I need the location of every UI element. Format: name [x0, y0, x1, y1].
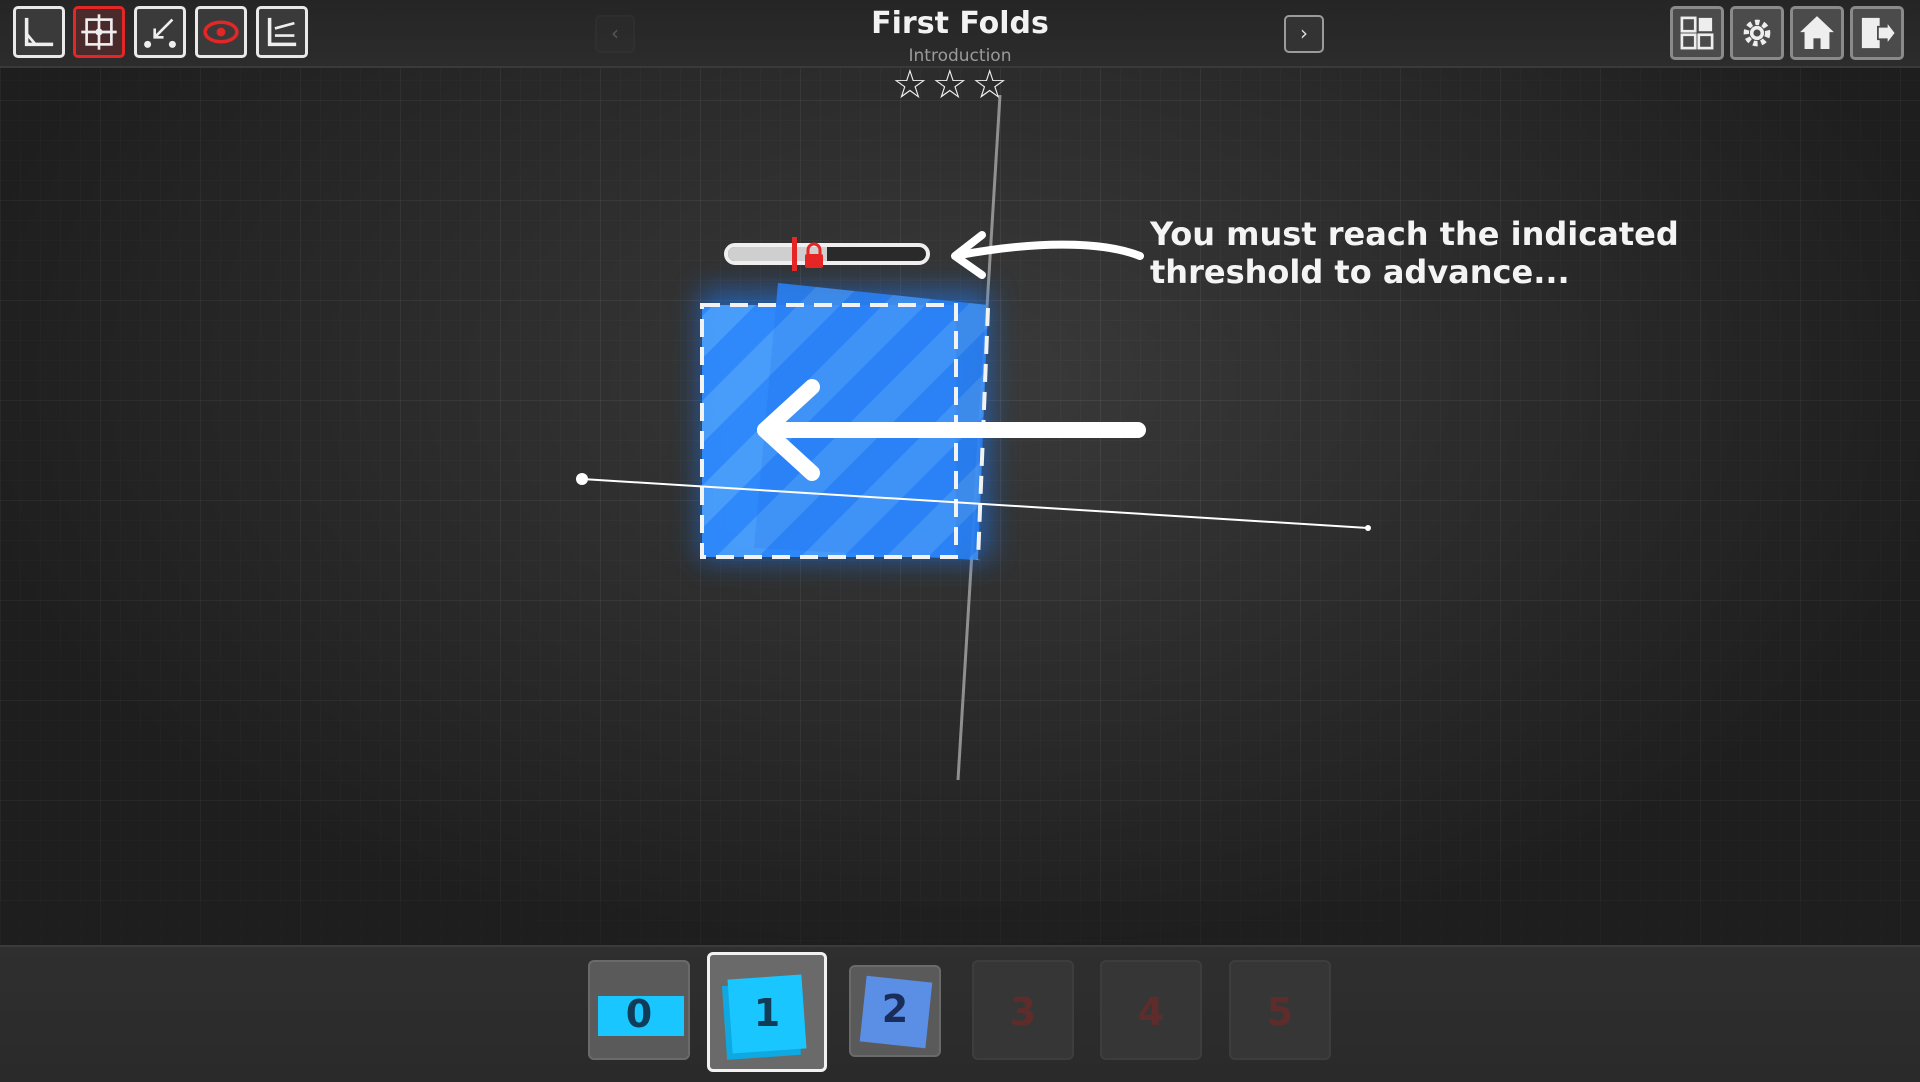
exit-button[interactable] — [1850, 6, 1904, 60]
level-slot-4[interactable]: 4 — [1100, 960, 1202, 1060]
move-crosshair-icon — [81, 14, 117, 50]
home-icon — [1800, 16, 1834, 49]
next-level-button[interactable]: › — [1284, 15, 1324, 53]
stack-fold-icon — [267, 17, 297, 47]
level-slot-2[interactable]: 2 — [849, 965, 941, 1057]
layout-icon — [1680, 16, 1714, 50]
level-title: First Folds — [871, 6, 1049, 41]
callout-arrow-shaft — [956, 240, 1144, 260]
star-rating: ☆ ☆ ☆ — [892, 62, 1032, 108]
point-arrow-icon — [144, 18, 176, 48]
level-number: 1 — [753, 991, 781, 1035]
fold-progress-bar — [724, 243, 930, 265]
level-number: 0 — [625, 992, 653, 1036]
view-tool-button[interactable] — [195, 6, 247, 58]
tutorial-hint: You must reach the indicated threshold t… — [1150, 215, 1679, 291]
level-number: 5 — [1266, 990, 1294, 1034]
lock-icon — [805, 242, 823, 268]
level-slot-0[interactable]: 0 — [588, 960, 690, 1060]
level-number: 4 — [1137, 990, 1165, 1034]
threshold-marker — [792, 237, 797, 271]
chevron-left-icon: ‹ — [611, 21, 619, 45]
star-1: ☆ — [892, 62, 928, 108]
fold-scene[interactable] — [0, 0, 1920, 945]
star-3: ☆ — [971, 62, 1008, 108]
fold-axis-handle-left[interactable] — [576, 473, 588, 485]
fold-tool-button[interactable] — [13, 6, 65, 58]
top-toolbar: ‹ First Folds Introduction › — [0, 0, 1920, 68]
stage-bottom-shade — [0, 900, 1920, 945]
level-number: 2 — [881, 987, 909, 1031]
prev-level-button[interactable]: ‹ — [595, 15, 635, 53]
fold-axis-handle-right[interactable] — [1365, 525, 1371, 531]
stack-tool-button[interactable] — [256, 6, 308, 58]
level-slot-1[interactable]: 1 — [707, 952, 827, 1072]
level-number: 3 — [1009, 990, 1037, 1034]
star-2: ☆ — [931, 62, 968, 108]
level-slot-3[interactable]: 3 — [972, 960, 1074, 1060]
level-slot-5[interactable]: 5 — [1229, 960, 1331, 1060]
home-button[interactable] — [1790, 6, 1844, 60]
paper-flap-shade — [754, 283, 988, 560]
gear-icon — [1743, 19, 1771, 47]
level-tray — [0, 945, 1920, 1082]
level-select-button[interactable] — [1670, 6, 1724, 60]
exit-icon — [1861, 17, 1897, 49]
move-tool-button[interactable] — [73, 6, 125, 58]
point-tool-button[interactable] — [134, 6, 186, 58]
settings-button[interactable] — [1730, 6, 1784, 60]
corner-fold-icon — [24, 17, 54, 47]
eye-icon — [203, 20, 239, 44]
chevron-right-icon: › — [1300, 21, 1308, 45]
